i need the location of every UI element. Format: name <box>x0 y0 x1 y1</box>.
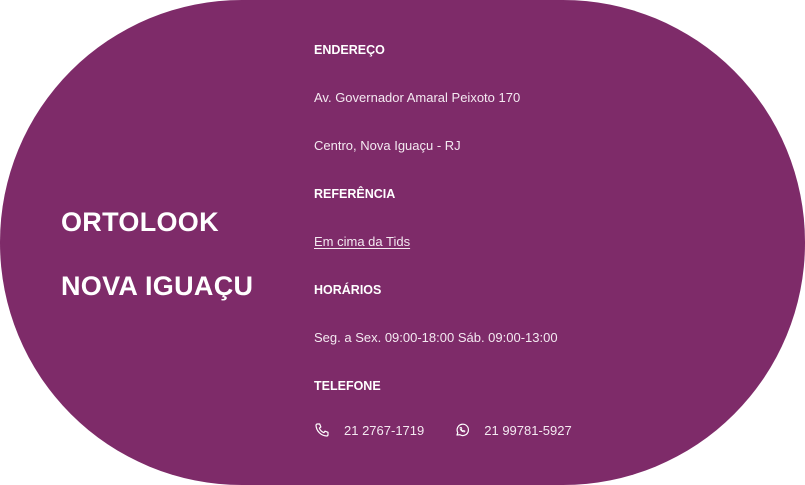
address-line2: Centro, Nova Iguaçu - RJ <box>314 138 461 153</box>
phone-label: TELEFONE <box>314 379 381 393</box>
landline-phone-link[interactable]: 21 2767-1719 <box>314 422 424 438</box>
landline-number: 21 2767-1719 <box>344 422 425 438</box>
store-card: ORTOLOOK NOVA IGUAÇU ENDEREÇO Av. Govern… <box>0 0 805 485</box>
whatsapp-phone-link[interactable]: 21 99781-5927 <box>454 422 572 438</box>
whatsapp-icon <box>454 422 470 438</box>
reference-link[interactable]: Em cima da Tids <box>314 234 410 250</box>
whatsapp-number: 21 99781-5927 <box>484 422 572 438</box>
address-line1: Av. Governador Amaral Peixoto 170 <box>314 90 521 105</box>
phone-numbers: 21 2767-1719 21 99781-5927 <box>314 422 572 438</box>
address-label: ENDEREÇO <box>314 43 385 57</box>
hours-value: Seg. a Sex. 09:00-18:00 Sáb. 09:00-13:00 <box>314 330 558 345</box>
store-name-line1: ORTOLOOK <box>61 207 219 237</box>
store-name-line2: NOVA IGUAÇU <box>61 271 254 301</box>
store-name: ORTOLOOK NOVA IGUAÇU <box>61 190 253 318</box>
phone-icon <box>314 422 330 438</box>
reference-label: REFERÊNCIA <box>314 187 396 201</box>
hours-label: HORÁRIOS <box>314 283 382 297</box>
